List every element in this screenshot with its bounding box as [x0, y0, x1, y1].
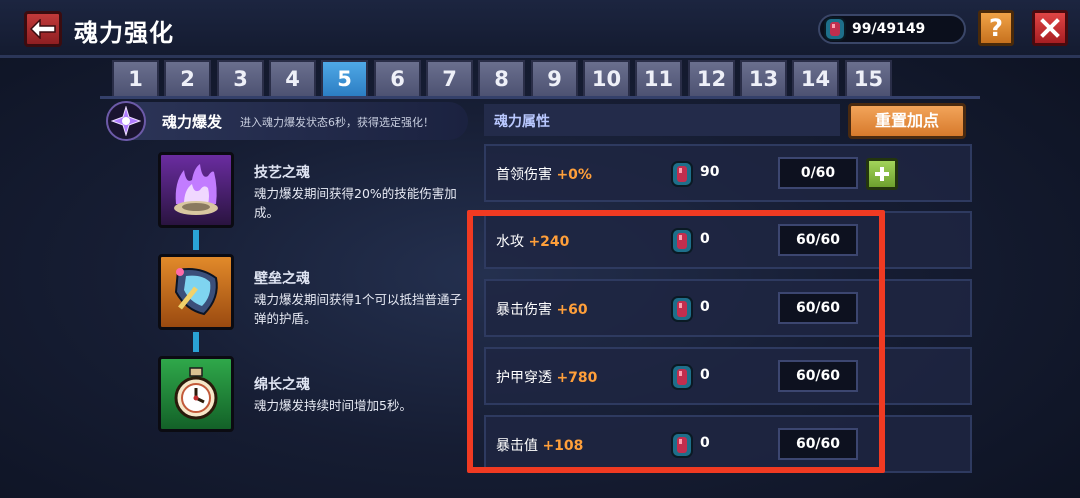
close-button[interactable]: [1032, 10, 1068, 46]
tab-8[interactable]: 8: [478, 60, 525, 96]
skill-name: 绵长之魂: [254, 377, 310, 393]
tab-5[interactable]: 5: [321, 60, 368, 96]
skill-description: 魂力爆发期间获得20%的技能伤害加成。: [254, 186, 457, 220]
burst-description: 进入魂力爆发状态6秒，获得选定强化！: [240, 116, 434, 129]
tab-1[interactable]: 1: [112, 60, 159, 96]
skill-connector: [193, 230, 199, 250]
tab-4[interactable]: 4: [269, 60, 316, 96]
attribute-label: 首领伤害 +0%: [496, 164, 592, 184]
soul-gem-icon: [671, 161, 693, 187]
star-burst-icon: [111, 106, 141, 136]
tab-15[interactable]: 15: [845, 60, 892, 96]
attribute-bonus: +0%: [556, 167, 592, 183]
page-title: 魂力强化: [74, 19, 174, 47]
back-button[interactable]: [24, 11, 62, 47]
skill-name: 技艺之魂: [254, 165, 310, 181]
tab-13[interactable]: 13: [740, 60, 787, 96]
highlight-box: [467, 210, 885, 473]
skill-name: 壁垒之魂: [254, 271, 310, 287]
stopwatch-icon: [174, 367, 218, 420]
skill-icon-endurance[interactable]: [158, 356, 234, 432]
tab-3[interactable]: 3: [217, 60, 264, 96]
tab-14[interactable]: 14: [792, 60, 839, 96]
tab-11[interactable]: 11: [635, 60, 682, 96]
attribute-row: 首领伤害 +0% 90 0/60: [484, 144, 972, 202]
add-point-button[interactable]: [866, 158, 898, 190]
attribute-progress: 0/60: [778, 157, 858, 189]
burst-icon: [106, 101, 146, 141]
attribute-name: 首领伤害: [496, 167, 552, 183]
tab-2[interactable]: 2: [164, 60, 211, 96]
skill-description: 魂力爆发期间获得1个可以抵挡普通子弹的护盾。: [254, 292, 462, 326]
arrow-left-icon: [30, 19, 56, 39]
close-icon: [1040, 18, 1060, 38]
skill-icon-technique[interactable]: [158, 152, 234, 228]
purple-flame-icon: [174, 164, 218, 215]
currency-value: 99/49149: [852, 21, 926, 37]
skill-connector: [193, 332, 199, 352]
tab-6[interactable]: 6: [374, 60, 421, 96]
tab-10[interactable]: 10: [583, 60, 630, 96]
attributes-title: 魂力属性: [494, 114, 550, 130]
tab-7[interactable]: 7: [426, 60, 473, 96]
soul-currency-counter: 99/49149: [818, 14, 966, 44]
burst-title: 魂力爆发: [162, 113, 223, 131]
shield-icon: [174, 268, 218, 316]
skill-description: 魂力爆发持续时间增加5秒。: [254, 398, 412, 413]
attribute-cost: 90: [700, 164, 720, 180]
help-button[interactable]: ?: [978, 10, 1014, 46]
tab-9[interactable]: 9: [531, 60, 578, 96]
soul-gem-icon: [824, 17, 846, 41]
skill-icon-bulwark[interactable]: [158, 254, 234, 330]
reset-points-button[interactable]: 重置加点: [848, 103, 966, 139]
plus-icon: [875, 167, 889, 181]
tab-12[interactable]: 12: [688, 60, 735, 96]
